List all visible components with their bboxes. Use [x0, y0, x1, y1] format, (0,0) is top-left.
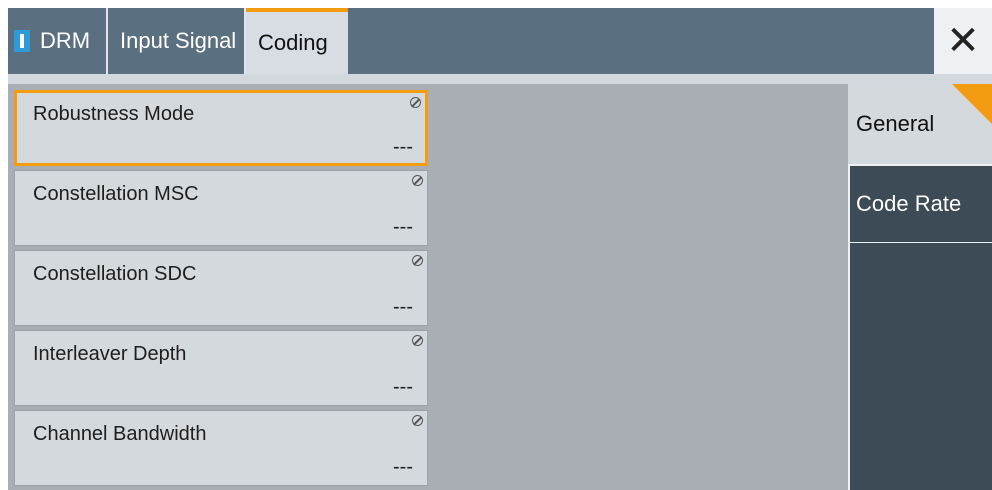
read-only-icon — [410, 97, 421, 108]
close-icon: ✕ — [946, 19, 980, 63]
read-only-icon — [412, 415, 423, 426]
tab-input-signal[interactable]: Input Signal — [108, 8, 246, 74]
side-menu-edge — [848, 164, 850, 490]
read-only-icon — [412, 335, 423, 346]
constellation-msc-field[interactable]: Constellation MSC --- — [14, 170, 428, 246]
tab-coding[interactable]: Coding — [246, 8, 348, 74]
active-corner-marker — [952, 84, 992, 124]
field-value: --- — [393, 376, 413, 398]
drm-badge-icon — [14, 30, 30, 52]
tab-input-signal-label: Input Signal — [120, 28, 237, 53]
close-button[interactable]: ✕ — [934, 8, 992, 74]
field-value: --- — [393, 136, 413, 158]
robustness-mode-field[interactable]: Robustness Mode --- — [14, 90, 428, 166]
field-label: Constellation SDC — [33, 263, 197, 285]
tab-coding-label: Coding — [258, 30, 328, 55]
side-menu-divider — [848, 242, 992, 243]
dialog-window: DRM Input Signal Coding ✕ Robustness Mod… — [8, 8, 992, 490]
field-value: --- — [393, 456, 413, 478]
side-menu-general-label: General — [856, 111, 935, 136]
tabbar-separator — [8, 74, 992, 84]
side-menu-general[interactable]: General — [848, 84, 992, 164]
tab-drm-label: DRM — [40, 28, 91, 53]
field-label: Interleaver Depth — [33, 343, 187, 365]
read-only-icon — [412, 175, 423, 186]
interleaver-depth-field[interactable]: Interleaver Depth --- — [14, 330, 428, 406]
side-menu-code-rate[interactable]: Code Rate — [848, 164, 992, 242]
read-only-icon — [412, 255, 423, 266]
side-menu: General Code Rate — [848, 84, 992, 490]
field-label: Constellation MSC — [33, 183, 199, 205]
field-value: --- — [393, 296, 413, 318]
coding-panel: Robustness Mode --- Constellation MSC --… — [8, 84, 992, 490]
field-label: Channel Bandwidth — [33, 423, 207, 445]
channel-bandwidth-field[interactable]: Channel Bandwidth --- — [14, 410, 428, 486]
field-value: --- — [393, 216, 413, 238]
constellation-sdc-field[interactable]: Constellation SDC --- — [14, 250, 428, 326]
side-menu-code-rate-label: Code Rate — [856, 191, 962, 216]
tab-bar: DRM Input Signal Coding ✕ — [8, 8, 992, 74]
field-label: Robustness Mode — [33, 103, 195, 125]
tab-drm[interactable]: DRM — [8, 8, 108, 74]
